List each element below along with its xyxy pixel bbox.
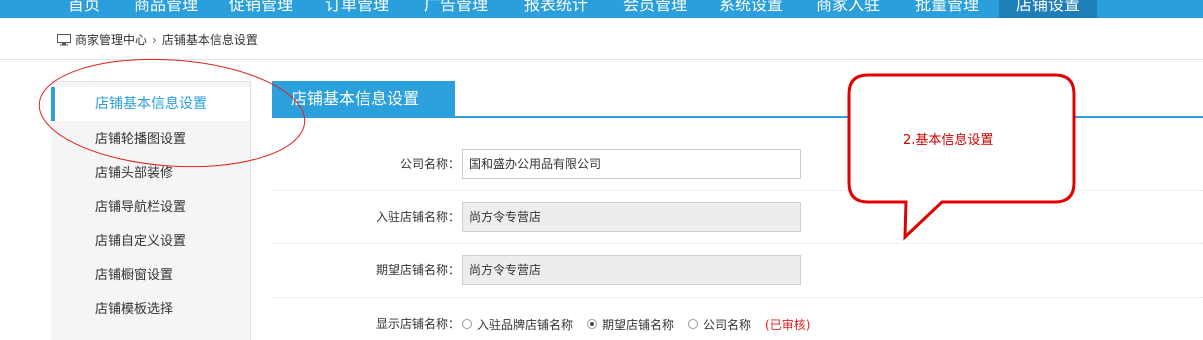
breadcrumb-divider — [0, 59, 1203, 60]
sidebar-item-carousel[interactable]: 店铺轮播图设置 — [51, 123, 250, 157]
radio-option-expected-name[interactable]: 期望店铺名称 — [587, 316, 674, 333]
breadcrumb: 商家管理中心 › 店铺基本信息设置 — [57, 31, 258, 49]
radio-label: 公司名称 — [703, 317, 752, 332]
top-nav: 首页 商品管理 促销管理 订单管理 广告管理 报表统计 会员管理 系统设置 商家… — [0, 0, 1203, 18]
radio-button[interactable] — [688, 319, 699, 329]
breadcrumb-current: 店铺基本信息设置 — [161, 33, 258, 47]
sidebar: 店铺基本信息设置 店铺轮播图设置 店铺头部装修 店铺导航栏设置 店铺自定义设置 … — [51, 81, 251, 340]
row-divider — [272, 190, 1203, 191]
radio-option-company-name[interactable]: 公司名称 — [688, 316, 751, 333]
callout-text: 2.基本信息设置 — [903, 133, 994, 148]
breadcrumb-home[interactable]: 商家管理中心 — [75, 31, 147, 49]
display-store-name-label: 显示店铺名称： — [375, 317, 460, 331]
nav-item-home[interactable]: 首页 — [52, 0, 116, 18]
radio-button[interactable] — [462, 319, 472, 329]
breadcrumb-separator: › — [152, 33, 157, 47]
nav-item-batch[interactable]: 批量管理 — [905, 0, 989, 18]
expected-store-name-field: 尚方令专营店 — [462, 255, 801, 285]
nav-item-reports[interactable]: 报表统计 — [514, 0, 598, 18]
radio-label: 入驻品牌店铺名称 — [477, 317, 574, 332]
sidebar-item-basic-info[interactable]: 店铺基本信息设置 — [51, 87, 250, 121]
company-name-input[interactable]: 国和盛办公用品有限公司 — [462, 149, 801, 179]
row-divider — [272, 297, 1203, 298]
audit-status: (已审核) — [765, 317, 811, 332]
monitor-icon — [57, 34, 71, 46]
nav-item-ads[interactable]: 广告管理 — [414, 0, 498, 18]
radio-button-selected[interactable] — [587, 319, 598, 329]
sidebar-item-template[interactable]: 店铺模板选择 — [51, 293, 250, 327]
nav-item-members[interactable]: 会员管理 — [613, 0, 697, 18]
nav-item-merchant[interactable]: 商家入驻 — [806, 0, 890, 18]
nav-item-store-settings[interactable]: 店铺设置 — [999, 0, 1097, 18]
radio-label: 期望店铺名称 — [602, 317, 675, 332]
company-name-label: 公司名称： — [399, 157, 460, 171]
row-divider — [272, 243, 1203, 244]
settled-store-name-label: 入驻店铺名称： — [375, 210, 460, 224]
sidebar-item-header-decor[interactable]: 店铺头部装修 — [51, 157, 250, 191]
settled-store-name-field: 尚方令专营店 — [462, 202, 801, 232]
sidebar-item-showcase[interactable]: 店铺橱窗设置 — [51, 259, 250, 293]
nav-item-promotions[interactable]: 促销管理 — [219, 0, 303, 18]
nav-item-system[interactable]: 系统设置 — [709, 0, 793, 18]
display-name-radio-group: 入驻品牌店铺名称 期望店铺名称 公司名称 (已审核) — [462, 315, 810, 333]
radio-option-brand-name[interactable]: 入驻品牌店铺名称 — [462, 316, 573, 333]
section-title: 店铺基本信息设置 — [272, 81, 455, 117]
sidebar-item-navbar[interactable]: 店铺导航栏设置 — [51, 191, 250, 225]
sidebar-item-custom[interactable]: 店铺自定义设置 — [51, 225, 250, 259]
nav-item-orders[interactable]: 订单管理 — [315, 0, 399, 18]
expected-store-name-label: 期望店铺名称： — [375, 263, 460, 277]
nav-item-products[interactable]: 商品管理 — [124, 0, 208, 18]
section-title-underline — [272, 116, 1203, 118]
